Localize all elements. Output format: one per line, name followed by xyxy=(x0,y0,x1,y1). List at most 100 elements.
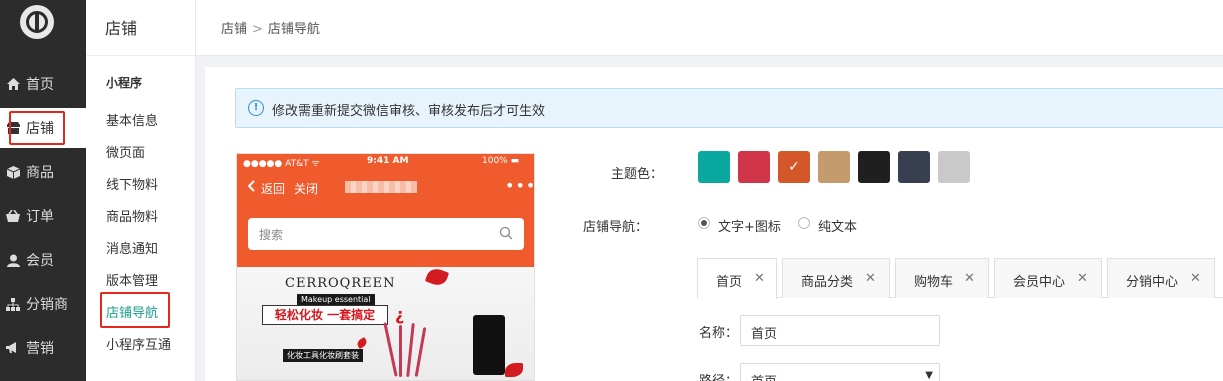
product-banner: CERROQREEN Makeup essential 轻松化妆 一套搞定 ¿ … xyxy=(237,266,534,380)
theme-swatch[interactable] xyxy=(898,151,930,183)
theme-swatch[interactable] xyxy=(818,151,850,183)
main-nav: 首页 店铺 商品 订单 会员 分销商 营销 xyxy=(0,0,86,381)
name-value: 首页 xyxy=(751,327,778,342)
search-icon xyxy=(499,226,513,240)
time-text: 9:41 AM xyxy=(367,156,409,166)
tab-cart[interactable]: 购物车 ✕ xyxy=(895,258,989,298)
banner-makeup: Makeup essential xyxy=(297,294,375,305)
nav-item-label: 营销 xyxy=(26,341,54,357)
close-icon[interactable]: ✕ xyxy=(964,271,975,286)
sidebar-title: 店铺 xyxy=(105,19,138,38)
box-icon xyxy=(6,165,20,179)
path-value: 首页 xyxy=(751,371,777,381)
blurred-title xyxy=(345,181,417,193)
header: 店铺 > 店铺导航 xyxy=(196,0,1223,56)
tab-label: 首页 xyxy=(716,275,743,290)
theme-swatch[interactable] xyxy=(738,151,770,183)
nav-item-label: 店铺 xyxy=(26,121,54,137)
sidebar-item-store-nav[interactable]: 店铺导航 xyxy=(106,302,158,321)
close-icon[interactable]: ✕ xyxy=(754,271,765,286)
user-icon xyxy=(6,253,20,267)
megaphone-icon xyxy=(6,341,20,355)
tab-label: 购物车 xyxy=(914,275,954,290)
sidebar-item-version[interactable]: 版本管理 xyxy=(106,270,158,289)
tab-home[interactable]: 首页 ✕ xyxy=(697,258,777,299)
store-sidebar: 店铺 小程序 基本信息 微页面 线下物料 商品物料 消息通知 版本管理 店铺导航… xyxy=(86,0,196,381)
decor-mark: ¿ xyxy=(395,305,405,324)
nav-item-orders[interactable]: 订单 xyxy=(0,196,86,236)
sidebar-item-notifications[interactable]: 消息通知 xyxy=(106,238,158,257)
carrier-text: ●●●●● AT&T ᯤ xyxy=(243,159,320,169)
breadcrumb-separator: > xyxy=(252,22,263,37)
more-icon[interactable]: ••• xyxy=(505,176,534,195)
theme-swatch[interactable] xyxy=(858,151,890,183)
sidebar-item-micro-page[interactable]: 微页面 xyxy=(106,142,145,161)
logo-icon[interactable] xyxy=(20,5,54,39)
chevron-down-icon: ▼ xyxy=(925,370,933,381)
banner-tagline: 化妆工具化妆刷套装 xyxy=(283,349,363,362)
tab-member-center[interactable]: 会员中心 ✕ xyxy=(994,258,1102,298)
petal-decoration xyxy=(424,266,450,288)
nav-item-label: 首页 xyxy=(26,77,54,93)
banner-brand: CERROQREEN xyxy=(285,276,396,291)
breadcrumb-parent[interactable]: 店铺 xyxy=(221,22,247,37)
radio-plain-text-label[interactable]: 纯文本 xyxy=(818,216,857,235)
brush-case xyxy=(473,315,505,375)
sidebar-item-offline-materials[interactable]: 线下物料 xyxy=(106,174,158,193)
radio-text-icon[interactable] xyxy=(698,217,710,229)
store-nav-label: 店铺导航： xyxy=(583,220,649,235)
sitemap-icon xyxy=(6,297,20,311)
path-select[interactable]: 首页 ▼ xyxy=(740,363,940,381)
preview-header: ●●●●● AT&T ᯤ 9:41 AM 100% ▬ 返回 关闭 ••• 搜索 xyxy=(237,154,534,267)
back-icon[interactable] xyxy=(247,180,255,195)
name-label: 名称： xyxy=(699,326,739,341)
home-icon xyxy=(6,77,20,91)
name-input[interactable]: 首页 xyxy=(740,315,940,346)
nav-item-home[interactable]: 首页 xyxy=(0,64,86,104)
tab-label: 会员中心 xyxy=(1013,275,1066,290)
brush-decoration xyxy=(399,325,402,377)
close-icon[interactable]: ✕ xyxy=(1077,271,1088,286)
sidebar-item-basic-info[interactable]: 基本信息 xyxy=(106,110,158,129)
info-icon: ! xyxy=(248,100,264,116)
nav-item-marketing[interactable]: 营销 xyxy=(0,328,86,368)
nav-item-store[interactable]: 店铺 xyxy=(0,108,86,148)
nav-tabs: 首页 ✕ 商品分类 ✕ 购物车 ✕ 会员中心 ✕ 分销中心 ✕ xyxy=(697,258,1223,299)
nav-item-members[interactable]: 会员 xyxy=(0,240,86,280)
search-placeholder: 搜索 xyxy=(259,228,284,242)
store-icon xyxy=(6,121,20,135)
battery-text: 100% ▬ xyxy=(482,156,520,166)
petal-decoration xyxy=(505,363,523,377)
close-link[interactable]: 关闭 xyxy=(294,180,318,197)
radio-text-icon-label[interactable]: 文字+图标 xyxy=(718,216,781,235)
brush-decoration xyxy=(414,327,427,377)
tab-label: 分销中心 xyxy=(1126,275,1179,290)
brush-decoration xyxy=(406,322,415,378)
notice-text: 修改需重新提交微信审核、审核发布后才可生效 xyxy=(272,104,546,119)
phone-preview: ●●●●● AT&T ᯤ 9:41 AM 100% ▬ 返回 关闭 ••• 搜索… xyxy=(236,153,535,381)
close-icon[interactable]: ✕ xyxy=(1190,271,1201,286)
banner-slogan: 轻松化妆 一套搞定 xyxy=(262,305,388,325)
theme-color-label: 主题色： xyxy=(611,167,664,182)
nav-item-distributors[interactable]: 分销商 xyxy=(0,284,86,324)
nav-item-label: 分销商 xyxy=(26,297,68,313)
sidebar-group-miniprogram: 小程序 xyxy=(106,76,143,90)
close-icon[interactable]: ✕ xyxy=(865,271,876,286)
theme-swatch[interactable] xyxy=(698,151,730,183)
nav-item-label: 会员 xyxy=(26,253,54,269)
sidebar-item-mini-link[interactable]: 小程序互通 xyxy=(106,334,171,353)
tab-label: 商品分类 xyxy=(801,275,854,290)
nav-item-label: 订单 xyxy=(26,209,54,225)
tab-categories[interactable]: 商品分类 ✕ xyxy=(782,258,890,298)
basket-icon xyxy=(6,209,20,223)
tab-distribution-center[interactable]: 分销中心 ✕ xyxy=(1107,258,1215,298)
back-link[interactable]: 返回 xyxy=(261,180,285,197)
notice-banner: ! 修改需重新提交微信审核、审核发布后才可生效 xyxy=(235,88,1223,128)
theme-swatch[interactable] xyxy=(938,151,970,183)
sidebar-item-product-materials[interactable]: 商品物料 xyxy=(106,206,158,225)
theme-swatch[interactable]: ✓ xyxy=(778,151,810,183)
path-label: 路径： xyxy=(699,370,738,381)
nav-item-products[interactable]: 商品 xyxy=(0,152,86,192)
preview-search-box[interactable]: 搜索 xyxy=(248,218,524,250)
radio-plain-text[interactable] xyxy=(798,217,810,229)
